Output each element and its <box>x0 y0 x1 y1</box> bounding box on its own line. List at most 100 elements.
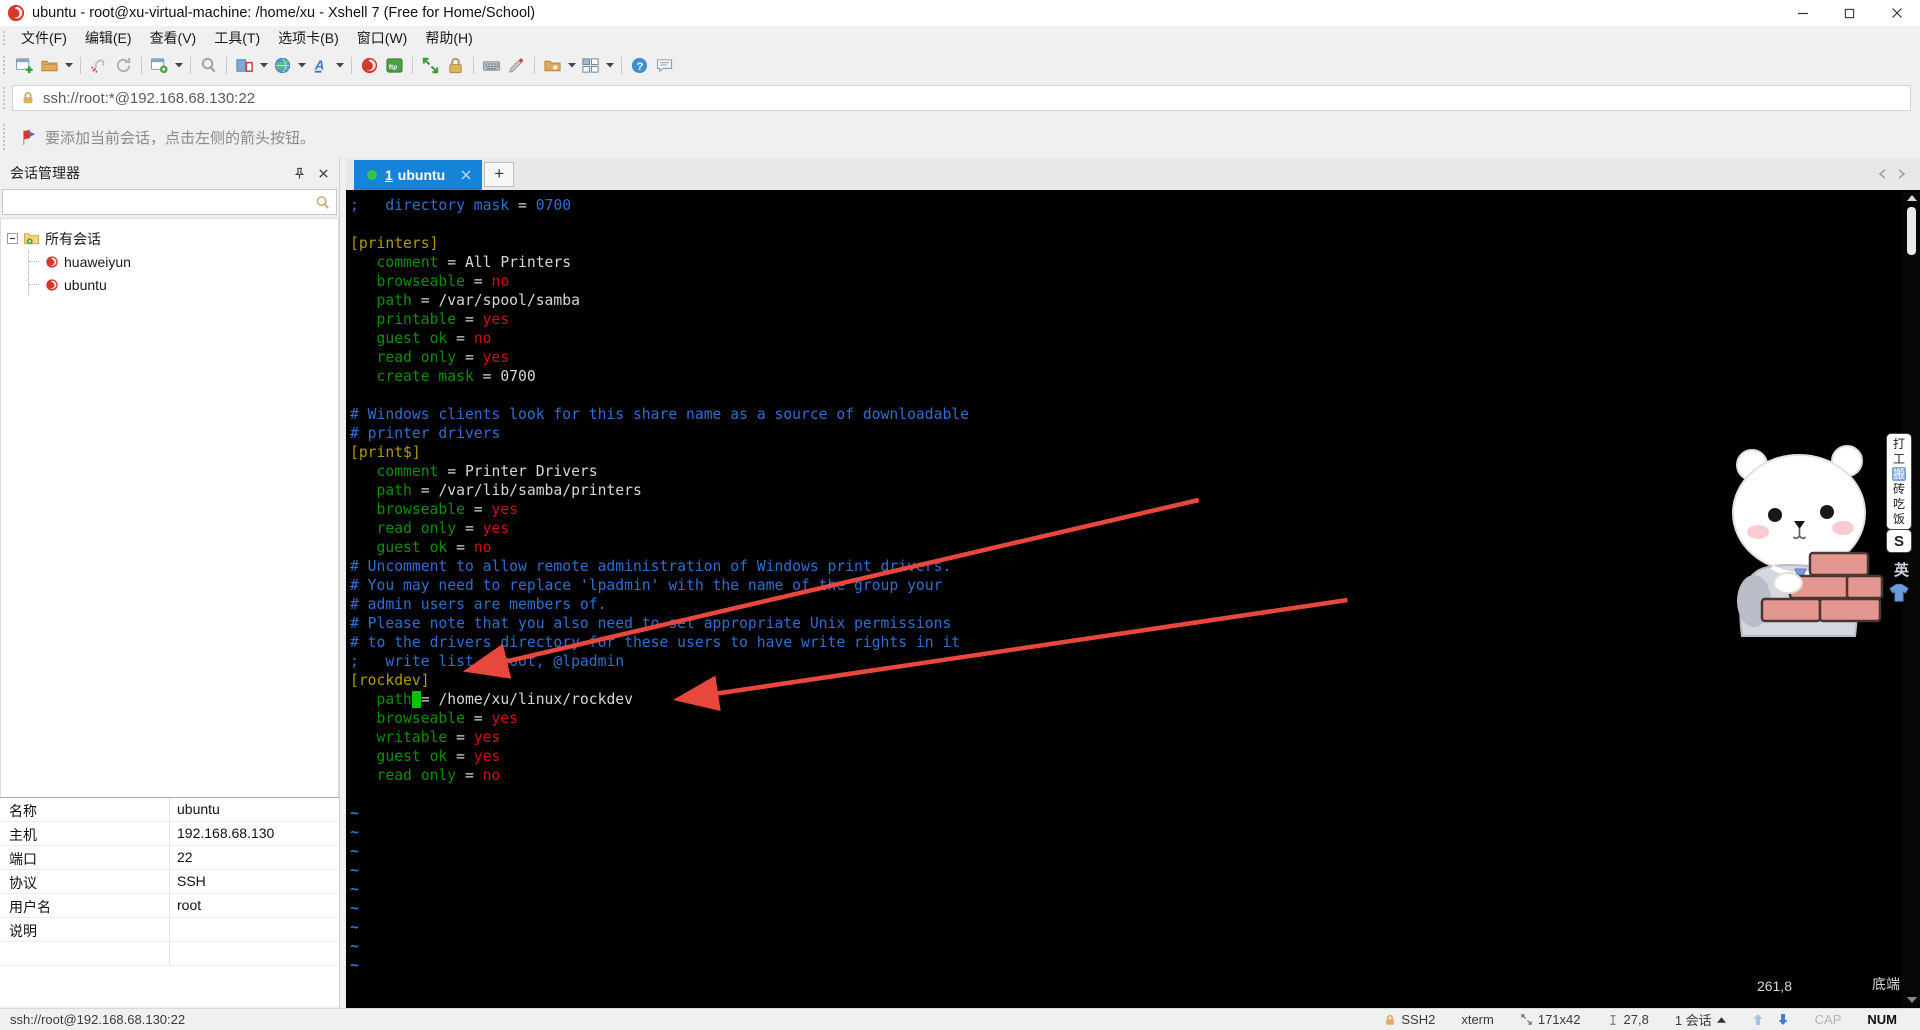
banner-char: 打 <box>1893 437 1905 451</box>
terminal-line: create mask = 0700 <box>350 367 1903 386</box>
terminal-line: ~ <box>350 880 1903 899</box>
feedback-icon[interactable] <box>652 53 677 77</box>
download-arrow-icon[interactable] <box>1777 1013 1802 1026</box>
property-value[interactable]: ubuntu <box>170 798 339 821</box>
property-row: 名称ubuntu <box>0 798 339 822</box>
disconnect-icon[interactable] <box>86 53 111 77</box>
pin-icon[interactable] <box>293 167 306 180</box>
menu-item-b[interactable]: 选项卡(B) <box>269 26 348 50</box>
menu-item-w[interactable]: 窗口(W) <box>348 26 417 50</box>
panel-close-icon[interactable] <box>318 168 329 179</box>
terminal-line: ; directory mask = 0700 <box>350 196 1903 215</box>
new-tab-button[interactable]: + <box>484 162 514 187</box>
banner-char: 搬 <box>1892 467 1906 481</box>
property-filler <box>0 966 339 1008</box>
open-folder-icon[interactable] <box>37 53 62 77</box>
toolbar-separator <box>190 57 191 74</box>
tab-close-icon[interactable] <box>461 170 471 180</box>
tree-root-all-sessions[interactable]: 所有会话 <box>7 227 338 250</box>
terminal-line: browseable = no <box>350 272 1903 291</box>
banner-char: 工 <box>1893 452 1905 466</box>
banner-char: 吃 <box>1893 497 1905 511</box>
menu-item-f[interactable]: 文件(F) <box>12 26 76 50</box>
tab-ubuntu[interactable]: 1ubuntu <box>354 160 482 190</box>
address-input[interactable]: ssh://root:*@192.168.68.130:22 <box>12 85 1911 111</box>
tree-expander-icon[interactable] <box>7 233 18 244</box>
compose-bar-icon[interactable] <box>232 53 257 77</box>
terminal-line: guest ok = yes <box>350 747 1903 766</box>
toolbar-separator <box>141 57 142 74</box>
property-value[interactable]: 192.168.68.130 <box>170 822 339 845</box>
dropdown-arrow-icon[interactable] <box>603 53 616 77</box>
session-properties-icon[interactable] <box>147 53 172 77</box>
transfer-folder-icon[interactable] <box>540 53 565 77</box>
status-protocol: SSH2 <box>1371 1012 1448 1027</box>
lock-screen-icon[interactable] <box>443 53 468 77</box>
terminal-line: [print$] <box>350 443 1903 462</box>
banner-char: 砖 <box>1893 482 1905 496</box>
address-url: ssh://root:*@192.168.68.130:22 <box>43 90 255 107</box>
status-session-count[interactable]: 1 会话 <box>1662 1010 1739 1029</box>
mascot-badge: S <box>1886 529 1912 553</box>
scroll-up-icon[interactable] <box>1903 190 1920 206</box>
reconnect-icon[interactable] <box>111 53 136 77</box>
dropdown-arrow-icon[interactable] <box>295 53 308 77</box>
terminal-line: read only = yes <box>350 519 1903 538</box>
tile-icon[interactable] <box>578 53 603 77</box>
menu-item-t[interactable]: 工具(T) <box>205 26 269 50</box>
toolbar-separator <box>80 57 81 74</box>
toolbar-separator <box>473 57 474 74</box>
close-button[interactable] <box>1873 0 1920 26</box>
terminal-line: ~ <box>350 804 1903 823</box>
property-label: 主机 <box>0 822 170 845</box>
upload-arrow-icon[interactable] <box>1739 1013 1777 1026</box>
property-value[interactable]: 22 <box>170 846 339 869</box>
scrollbar-thumb[interactable] <box>1907 207 1916 255</box>
info-bar: 要添加当前会话，点击左侧的箭头按钮。 <box>0 116 1920 158</box>
property-value[interactable]: SSH <box>170 870 339 893</box>
font-colors-icon[interactable]: A <box>308 53 333 77</box>
status-lock-icon <box>1384 1014 1396 1026</box>
session-search-input[interactable] <box>2 189 337 215</box>
session-manager-title: 会话管理器 <box>10 163 80 183</box>
minimize-button[interactable] <box>1779 0 1826 26</box>
tab-scroll-right-icon[interactable] <box>1898 169 1906 179</box>
maximize-button[interactable] <box>1826 0 1873 26</box>
terminal-line: read only = yes <box>350 348 1903 367</box>
xftp-icon[interactable]: ftp <box>382 53 407 77</box>
mascot-tag: 英 <box>1894 559 1909 580</box>
menu-item-h[interactable]: 帮助(H) <box>416 26 481 50</box>
find-icon[interactable] <box>196 53 221 77</box>
terminal-line: browseable = yes <box>350 500 1903 519</box>
full-screen-icon[interactable] <box>418 53 443 77</box>
terminal[interactable]: ; directory mask = 0700[printers] commen… <box>346 190 1903 1008</box>
terminal-line: # admin users are members of. <box>350 595 1903 614</box>
menu-item-e[interactable]: 编辑(E) <box>76 26 141 50</box>
help-icon[interactable]: ? <box>627 53 652 77</box>
terminal-line: ~ <box>350 823 1903 842</box>
property-row: 主机192.168.68.130 <box>0 822 339 846</box>
terminal-line: # Uncomment to allow remote administrati… <box>350 557 1903 576</box>
session-item-ubuntu[interactable]: ubuntu <box>7 273 338 296</box>
xshell-logo-icon <box>7 4 25 22</box>
highlighter-icon[interactable] <box>504 53 529 77</box>
dropdown-arrow-icon[interactable] <box>565 53 578 77</box>
tab-scroll-left-icon[interactable] <box>1878 169 1886 179</box>
session-item-huaweiyun[interactable]: huaweiyun <box>7 250 338 273</box>
scroll-down-icon[interactable] <box>1903 992 1920 1008</box>
new-session-icon[interactable] <box>12 53 37 77</box>
menu-item-v[interactable]: 查看(V) <box>141 26 206 50</box>
property-value[interactable]: root <box>170 894 339 917</box>
dropdown-arrow-icon[interactable] <box>257 53 270 77</box>
folder-gear-icon <box>23 230 40 247</box>
terminal-cursor <box>412 691 421 708</box>
dropdown-arrow-icon[interactable] <box>333 53 346 77</box>
status-terminal-type[interactable]: xterm <box>1448 1012 1507 1027</box>
property-value[interactable] <box>170 942 339 965</box>
web-icon[interactable] <box>270 53 295 77</box>
property-value[interactable] <box>170 918 339 941</box>
dropdown-arrow-icon[interactable] <box>172 53 185 77</box>
xshell-icon[interactable] <box>357 53 382 77</box>
dropdown-arrow-icon[interactable] <box>62 53 75 77</box>
virtual-keyboard-icon[interactable] <box>479 53 504 77</box>
